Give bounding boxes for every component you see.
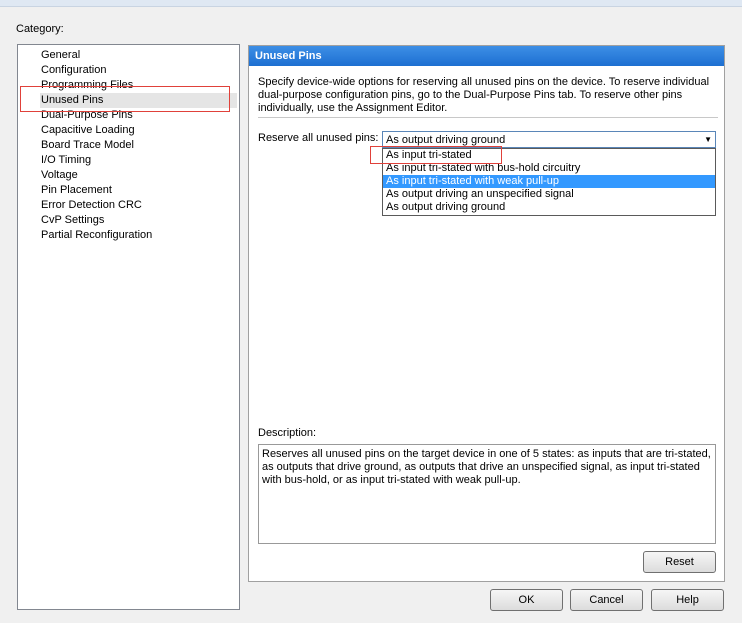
tree-item-programming-files[interactable]: Programming Files (41, 78, 133, 93)
option-input-tri-stated[interactable]: As input tri-stated (383, 149, 715, 162)
category-tree[interactable]: General Configuration Programming Files … (17, 44, 240, 610)
tree-item-error-detection-crc[interactable]: Error Detection CRC (41, 198, 142, 213)
option-input-tri-stated-bus-hold[interactable]: As input tri-stated with bus-hold circui… (383, 162, 715, 175)
chevron-down-icon[interactable]: ▼ (704, 132, 712, 147)
help-button[interactable]: Help (651, 589, 724, 611)
reserve-options-dropdown[interactable]: As input tri-stated As input tri-stated … (382, 148, 716, 216)
tree-item-configuration[interactable]: Configuration (41, 63, 106, 78)
option-output-unspecified-signal[interactable]: As output driving an unspecified signal (383, 188, 715, 201)
combobox-value: As output driving ground (386, 134, 506, 146)
panel-separator (258, 117, 718, 118)
cancel-button[interactable]: Cancel (570, 589, 643, 611)
category-label: Category: (16, 23, 64, 35)
panel-title: Unused Pins (249, 46, 724, 66)
reserve-unused-pins-combobox[interactable]: As output driving ground ▼ (382, 131, 716, 148)
option-input-tri-stated-weak-pull-up[interactable]: As input tri-stated with weak pull-up (383, 175, 715, 188)
tree-item-capacitive-loading[interactable]: Capacitive Loading (41, 123, 135, 138)
tree-item-dual-purpose-pins[interactable]: Dual-Purpose Pins (41, 108, 133, 123)
panel-intro-text: Specify device-wide options for reservin… (258, 76, 710, 114)
tree-item-board-trace-model[interactable]: Board Trace Model (41, 138, 134, 153)
description-text: Reserves all unused pins on the target d… (258, 444, 716, 544)
settings-panel: Unused Pins Specify device-wide options … (248, 45, 725, 582)
reset-button[interactable]: Reset (643, 551, 716, 573)
reserve-unused-pins-label: Reserve all unused pins: (258, 132, 379, 144)
ok-button[interactable]: OK (490, 589, 563, 611)
tree-item-general[interactable]: General (41, 48, 80, 63)
tree-item-pin-placement[interactable]: Pin Placement (41, 183, 112, 198)
description-label: Description: (258, 427, 317, 439)
tree-item-partial-reconfiguration[interactable]: Partial Reconfiguration (41, 228, 152, 243)
tree-item-io-timing[interactable]: I/O Timing (41, 153, 91, 168)
tree-item-voltage[interactable]: Voltage (41, 168, 78, 183)
option-output-driving-ground[interactable]: As output driving ground (383, 201, 715, 214)
window-top-edge (0, 0, 742, 7)
tree-item-cvp-settings[interactable]: CvP Settings (41, 213, 104, 228)
tree-item-unused-pins[interactable]: Unused Pins (41, 93, 103, 108)
